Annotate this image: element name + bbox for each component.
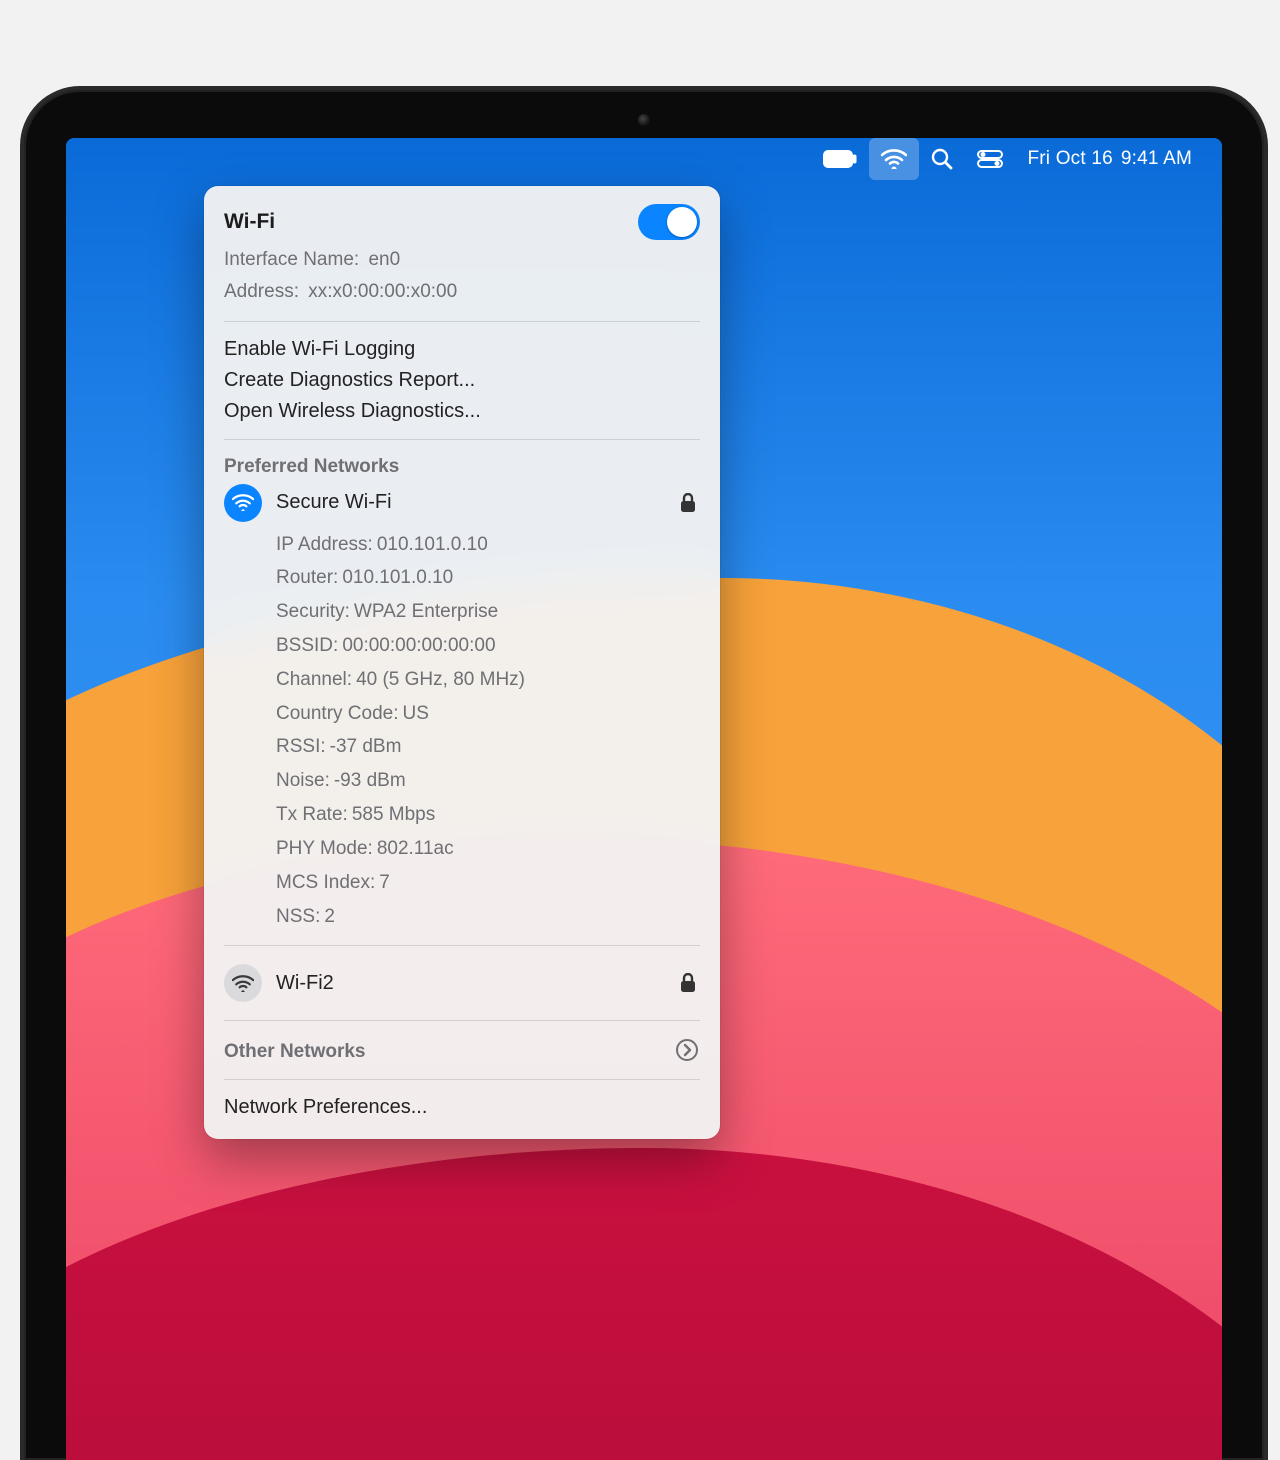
lock-icon bbox=[680, 493, 700, 513]
menu-bar-date: Fri Oct 16 bbox=[1027, 148, 1112, 170]
network-name: Secure Wi-Fi bbox=[276, 491, 666, 514]
other-networks-label: Other Networks bbox=[224, 1037, 365, 1063]
mac-address-row: Address: xx:x0:00:00:x0:00 bbox=[224, 276, 700, 308]
wifi-toggle[interactable] bbox=[638, 204, 700, 240]
control-center-icon[interactable] bbox=[965, 138, 1015, 180]
battery-icon[interactable] bbox=[811, 138, 869, 180]
menu-bar-time: 9:41 AM bbox=[1121, 148, 1192, 170]
open-wireless-diagnostics[interactable]: Open Wireless Diagnostics... bbox=[224, 396, 700, 427]
laptop-bezel: Fri Oct 16 9:41 AM Wi-Fi Interface Name:… bbox=[24, 90, 1264, 1460]
menu-bar: Fri Oct 16 9:41 AM bbox=[66, 138, 1222, 180]
network-secure-wifi[interactable]: Secure Wi-Fi bbox=[224, 478, 700, 528]
network-wifi2[interactable]: Wi-Fi2 bbox=[224, 958, 700, 1008]
chevron-right-icon bbox=[674, 1037, 700, 1063]
wifi-title: Wi-Fi bbox=[224, 210, 275, 234]
network-name: Wi-Fi2 bbox=[276, 972, 666, 995]
laptop-camera bbox=[638, 114, 650, 126]
create-diagnostics-report[interactable]: Create Diagnostics Report... bbox=[224, 365, 700, 396]
network-preferences[interactable]: Network Preferences... bbox=[224, 1092, 700, 1123]
wifi-dropdown-panel: Wi-Fi Interface Name: en0 Address: xx:x0… bbox=[204, 186, 720, 1139]
menu-bar-clock[interactable]: Fri Oct 16 9:41 AM bbox=[1015, 138, 1204, 180]
preferred-networks-label: Preferred Networks bbox=[224, 452, 700, 478]
spotlight-search-icon[interactable] bbox=[919, 138, 965, 180]
wifi-available-icon bbox=[224, 964, 262, 1002]
lock-icon bbox=[680, 973, 700, 993]
wifi-connected-icon bbox=[224, 484, 262, 522]
desktop-screen: Fri Oct 16 9:41 AM Wi-Fi Interface Name:… bbox=[66, 138, 1222, 1460]
enable-wifi-logging[interactable]: Enable Wi-Fi Logging bbox=[224, 334, 700, 365]
wifi-menubar-icon[interactable] bbox=[869, 138, 919, 180]
interface-name-row: Interface Name: en0 bbox=[224, 244, 700, 276]
other-networks[interactable]: Other Networks bbox=[224, 1033, 700, 1067]
network-details: IP Address:010.101.0.10 Router:010.101.0… bbox=[224, 528, 700, 934]
